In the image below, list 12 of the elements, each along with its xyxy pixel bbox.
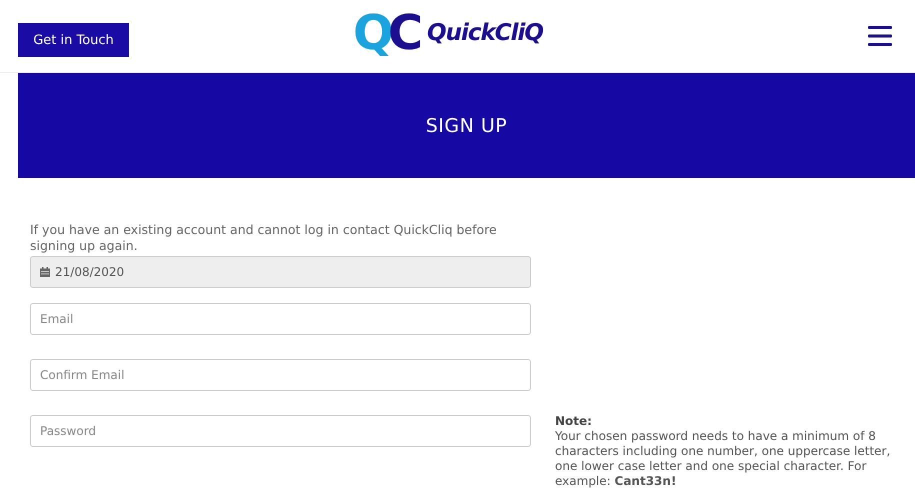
calendar-icon (40, 267, 50, 277)
menu-icon[interactable] (868, 26, 892, 46)
note-title: Note: (555, 414, 593, 429)
page-title: SIGN UP (426, 114, 508, 136)
intro-text: If you have an existing account and cannot log in contact QuickCliq before signing up again. (30, 222, 498, 254)
get-in-touch-button[interactable]: Get in Touch (18, 23, 129, 57)
date-value: 21/08/2020 (55, 265, 124, 279)
input-field[interactable]: Password (30, 415, 531, 447)
input-field[interactable]: Confirm Email (30, 359, 531, 391)
input-field[interactable]: Email (30, 303, 531, 335)
note-text: Your chosen password needs to have a minimum of 8 characters including one number, one uppercase letter, one lower case letter and one special character. For example: Cant33n! (555, 429, 892, 488)
logo[interactable]: QC QuickCliQ (353, 6, 543, 60)
